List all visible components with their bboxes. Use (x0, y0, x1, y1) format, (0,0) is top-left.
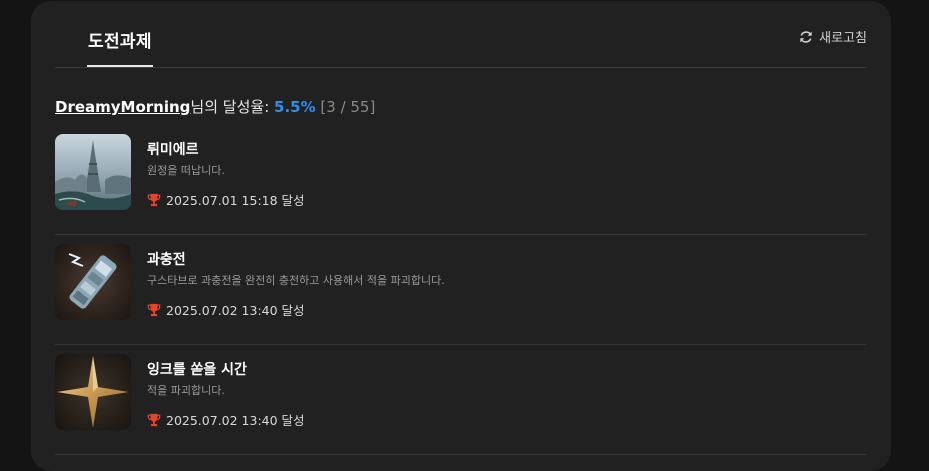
refresh-icon (800, 30, 812, 43)
refresh-button[interactable]: 새로고침 (799, 27, 867, 46)
completion-summary: DreamyMorning님의 달성율: 5.5% [3 / 55] (55, 96, 375, 117)
trophy-icon (147, 303, 161, 316)
achievement-date: 2025.07.02 13:40 달성 (147, 300, 305, 319)
completion-count: [3 / 55] (320, 98, 376, 116)
achievement-description: 구스타브로 과충전을 완전히 충전하고 사용해서 적을 파괴합니다. (147, 274, 445, 287)
panel-header: 도전과제 새로고침 (55, 1, 867, 68)
refresh-label: 새로고침 (819, 31, 867, 46)
achievement-title: 뤼미에르 (147, 142, 199, 158)
achievements-panel: 도전과제 새로고침 DreamyMorning님의 달성율: 5.5% [3 /… (31, 1, 891, 471)
achievement-description: 적을 파괴합니다. (147, 384, 225, 397)
trophy-icon (147, 193, 161, 206)
achievement-date-text: 2025.07.01 15:18 달성 (166, 193, 305, 208)
tab-achievements[interactable]: 도전과제 (87, 27, 153, 67)
achievement-date-text: 2025.07.02 13:40 달성 (166, 413, 305, 428)
achievement-title: 과충전 (147, 252, 186, 268)
achievement-date: 2025.07.02 13:40 달성 (147, 410, 305, 429)
completion-rate: 5.5% (274, 98, 316, 116)
achievement-item: 과충전 구스타브로 과충전을 완전히 충전하고 사용해서 적을 파괴합니다. 2… (55, 235, 867, 345)
username-link[interactable]: DreamyMorning (55, 98, 190, 116)
achievement-description: 원정을 떠납니다. (147, 164, 225, 177)
summary-suffix: 님의 달성율: (190, 98, 275, 116)
active-tab-indicator (87, 65, 153, 67)
achievement-list: 뤼미에르 원정을 떠납니다. 2025.07.01 15:18 달성 과충전 구… (55, 125, 867, 455)
achievement-item: 잉크를 쏟을 시간 적을 파괴합니다. 2025.07.02 13:40 달성 (55, 345, 867, 455)
achievement-date-text: 2025.07.02 13:40 달성 (166, 303, 305, 318)
trophy-icon (147, 413, 161, 426)
achievement-date: 2025.07.01 15:18 달성 (147, 190, 305, 209)
achievement-item: 뤼미에르 원정을 떠납니다. 2025.07.01 15:18 달성 (55, 125, 867, 235)
eiffel-tower-scene-icon (55, 134, 131, 210)
gauntlet-weapon-icon (55, 244, 131, 320)
achievement-title: 잉크를 쏟을 시간 (147, 362, 247, 378)
gold-star-icon (55, 354, 131, 430)
